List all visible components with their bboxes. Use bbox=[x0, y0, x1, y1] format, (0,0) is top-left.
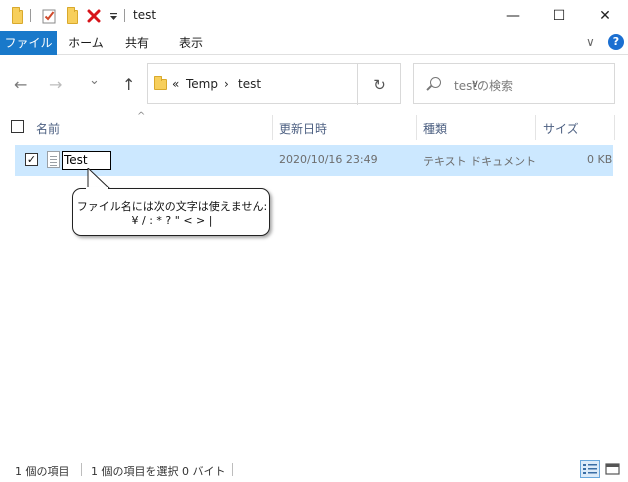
status-item-count: 1 個の項目 bbox=[15, 465, 70, 478]
sort-ascending-icon: ^ bbox=[137, 111, 146, 122]
select-all-checkbox[interactable] bbox=[11, 120, 24, 133]
column-header-row: ^ 名前 更新日時 種類 サイズ bbox=[0, 111, 628, 141]
tab-view[interactable]: 表示 bbox=[171, 31, 211, 55]
status-separator bbox=[81, 463, 82, 476]
delete-x-icon[interactable] bbox=[86, 7, 102, 25]
window-title: test bbox=[133, 8, 157, 22]
breadcrumb-temp[interactable]: Temp bbox=[186, 77, 218, 91]
tooltip-forbidden-chars: ¥ / : * ? " < > | bbox=[131, 214, 213, 227]
breadcrumb-separator: › bbox=[224, 77, 229, 91]
quick-access-separator bbox=[30, 9, 31, 22]
column-divider[interactable] bbox=[416, 115, 417, 140]
tab-home[interactable]: ホーム bbox=[63, 31, 109, 55]
invalid-filename-tooltip: ファイル名には次の文字は使えません: ¥ / : * ? " < > | bbox=[72, 188, 270, 236]
navigation-bar: ← → ⌄ ↑ « Temp › test ∨ ↻ testの検索 bbox=[0, 63, 628, 105]
status-selection: 1 個の項目を選択 0 バイト bbox=[91, 465, 226, 478]
ribbon-tab-bar: ファイル ホーム 共有 表示 ∨ ? bbox=[0, 31, 628, 55]
title-bar: test — ☐ ✕ bbox=[0, 0, 628, 31]
column-type[interactable]: 種類 bbox=[423, 120, 447, 137]
column-size[interactable]: サイズ bbox=[543, 120, 579, 137]
status-separator bbox=[232, 463, 233, 476]
ribbon-expand-chevron-icon[interactable]: ∨ bbox=[586, 35, 595, 49]
tooltip-message: ファイル名には次の文字は使えません: bbox=[76, 200, 268, 213]
status-bar: 1 個の項目 1 個の項目を選択 0 バイト bbox=[0, 456, 628, 482]
search-box[interactable]: testの検索 bbox=[413, 63, 615, 104]
tab-share[interactable]: 共有 bbox=[117, 31, 157, 55]
column-divider[interactable] bbox=[614, 115, 615, 140]
minimize-button[interactable]: — bbox=[490, 0, 536, 31]
large-icons-view-icon[interactable] bbox=[603, 460, 623, 478]
customize-dropdown-icon[interactable] bbox=[107, 7, 119, 25]
breadcrumb-test[interactable]: test bbox=[238, 77, 261, 91]
file-type: テキスト ドキュメント bbox=[423, 155, 537, 168]
search-icon bbox=[430, 77, 441, 88]
refresh-button[interactable]: ↻ bbox=[357, 64, 401, 105]
search-input[interactable]: testの検索 bbox=[454, 77, 513, 94]
address-bar[interactable]: « Temp › test ∨ ↻ bbox=[147, 63, 479, 105]
maximize-button[interactable]: ☐ bbox=[536, 0, 582, 31]
details-view-icon[interactable] bbox=[580, 460, 600, 478]
back-button[interactable]: ← bbox=[14, 75, 27, 94]
column-name[interactable]: 名前 bbox=[36, 120, 60, 137]
properties-check-icon[interactable] bbox=[40, 7, 58, 25]
folder-icon bbox=[9, 7, 25, 25]
forward-button[interactable]: → bbox=[49, 75, 62, 94]
help-icon[interactable]: ? bbox=[608, 34, 624, 50]
text-document-icon bbox=[47, 151, 60, 168]
tab-file[interactable]: ファイル bbox=[0, 31, 57, 55]
file-size: 0 KB bbox=[587, 153, 613, 166]
new-folder-icon[interactable] bbox=[64, 7, 80, 25]
up-button[interactable]: ↑ bbox=[122, 75, 135, 94]
address-folder-icon bbox=[154, 76, 167, 90]
title-separator bbox=[124, 9, 125, 22]
close-button[interactable]: ✕ bbox=[582, 0, 628, 31]
row-checkbox[interactable]: ✓ bbox=[25, 153, 38, 166]
file-modified: 2020/10/16 23:49 bbox=[279, 153, 378, 166]
tooltip-tail-mask bbox=[86, 187, 108, 190]
column-divider[interactable] bbox=[272, 115, 273, 140]
breadcrumb-overflow[interactable]: « bbox=[172, 77, 179, 91]
recent-locations-chevron-icon[interactable]: ⌄ bbox=[89, 73, 100, 88]
column-modified[interactable]: 更新日時 bbox=[279, 120, 327, 137]
column-divider[interactable] bbox=[535, 115, 536, 140]
